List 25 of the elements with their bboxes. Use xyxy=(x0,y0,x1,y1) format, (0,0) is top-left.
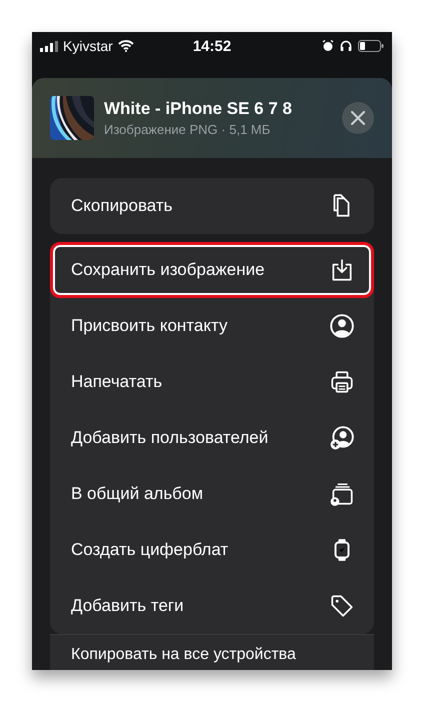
action-item[interactable]: В общий альбом xyxy=(50,466,374,522)
close-button[interactable] xyxy=(342,102,374,134)
signal-icon xyxy=(40,40,58,52)
action-item[interactable]: Добавить теги xyxy=(50,578,374,634)
action-item[interactable]: Добавить пользователей xyxy=(50,410,374,466)
close-icon xyxy=(351,111,365,125)
alarm-icon xyxy=(322,40,334,52)
battery-icon xyxy=(358,40,384,52)
printer-icon xyxy=(329,369,355,395)
file-info: Изображение PNG · 5,1 МБ xyxy=(104,122,272,137)
action-item[interactable]: Скопировать xyxy=(50,178,374,234)
headphones-icon xyxy=(340,40,352,52)
action-item[interactable]: Сохранить изображение xyxy=(50,242,374,298)
action-item[interactable]: Напечатать xyxy=(50,354,374,410)
tag-icon xyxy=(329,593,355,619)
carrier-name: Kyivstar xyxy=(63,38,113,54)
clock-time: 14:52 xyxy=(192,38,232,54)
person-circle-icon xyxy=(329,313,355,339)
file-title: White - iPhone SE 6 7 8 xyxy=(104,99,293,119)
shared-album-icon xyxy=(329,481,355,507)
action-item[interactable]: Копировать на все устройства xyxy=(50,635,374,670)
action-item[interactable]: Создать циферблат xyxy=(50,522,374,578)
wifi-icon xyxy=(118,40,134,52)
action-item[interactable]: Присвоить контакту xyxy=(50,298,374,354)
add-person-icon xyxy=(329,425,355,451)
